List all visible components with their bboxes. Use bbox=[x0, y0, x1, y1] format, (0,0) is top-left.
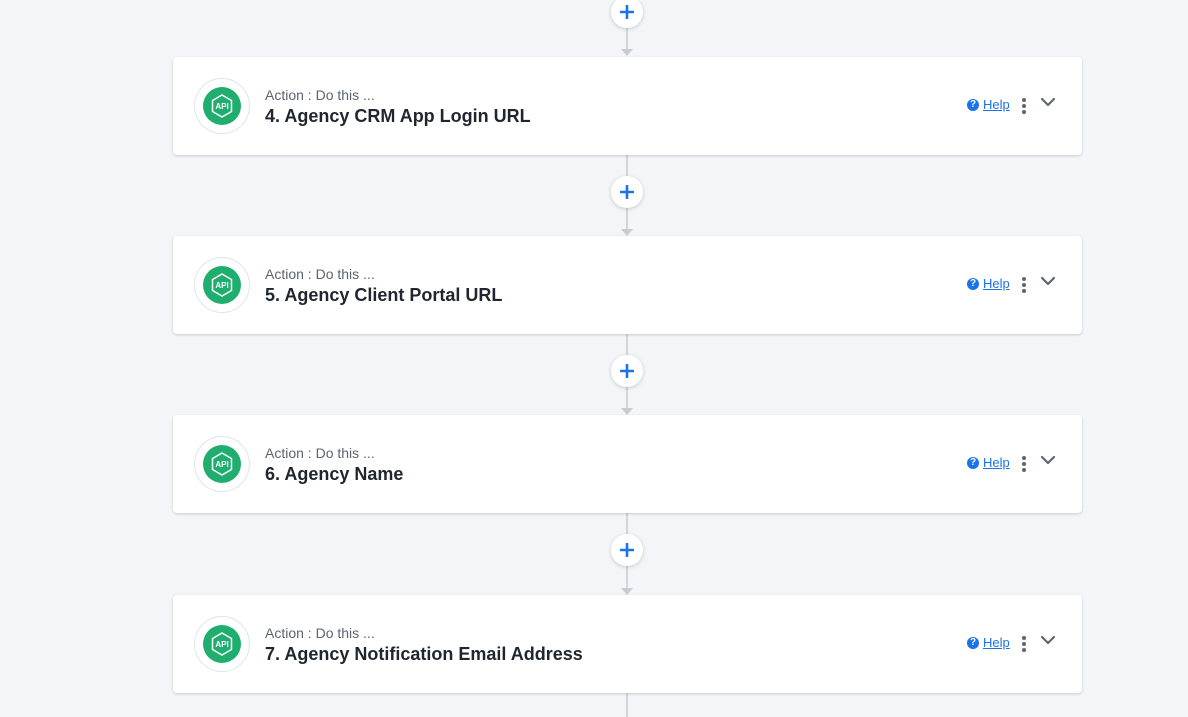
step-text: Action : Do this ... 4. Agency CRM App L… bbox=[265, 87, 531, 127]
kebab-menu-icon[interactable] bbox=[1018, 455, 1030, 473]
plus-icon bbox=[620, 5, 634, 19]
step-text: Action : Do this ... 7. Agency Notificat… bbox=[265, 625, 583, 665]
chevron-down-icon[interactable] bbox=[1039, 274, 1057, 288]
plus-icon bbox=[620, 364, 634, 378]
help-link[interactable]: ? Help bbox=[967, 97, 1010, 112]
svg-text:API: API bbox=[215, 281, 228, 290]
add-step-button[interactable] bbox=[611, 176, 643, 208]
add-step-button[interactable] bbox=[611, 534, 643, 566]
kebab-menu-icon[interactable] bbox=[1018, 97, 1030, 115]
chevron-down-icon[interactable] bbox=[1039, 453, 1057, 467]
add-step-button[interactable] bbox=[611, 0, 643, 28]
connector-arrow bbox=[621, 49, 633, 56]
workflow-canvas: API Action : Do this ... 4. Agency CRM A… bbox=[0, 0, 1188, 717]
plus-icon bbox=[620, 185, 634, 199]
step-title: 4. Agency CRM App Login URL bbox=[265, 106, 531, 126]
step-subtitle: Action : Do this ... bbox=[265, 87, 375, 103]
app-icon-container: API bbox=[194, 436, 250, 492]
step-title: 5. Agency Client Portal URL bbox=[265, 285, 503, 305]
step-title: 6. Agency Name bbox=[265, 464, 404, 484]
connector-arrow bbox=[621, 229, 633, 236]
plus-icon bbox=[620, 543, 634, 557]
api-icon: API bbox=[203, 87, 241, 125]
svg-text:API: API bbox=[215, 640, 228, 649]
svg-text:API: API bbox=[215, 102, 228, 111]
step-card-4[interactable]: API Action : Do this ... 4. Agency CRM A… bbox=[173, 57, 1082, 155]
step-title: 7. Agency Notification Email Address bbox=[265, 644, 583, 664]
help-label[interactable]: Help bbox=[983, 635, 1010, 650]
step-card-6[interactable]: API Action : Do this ... 6. Agency Name … bbox=[173, 415, 1082, 513]
help-label[interactable]: Help bbox=[983, 276, 1010, 291]
api-icon: API bbox=[203, 445, 241, 483]
api-icon: API bbox=[203, 625, 241, 663]
connector-arrow bbox=[621, 588, 633, 595]
question-circle-icon: ? bbox=[967, 277, 979, 290]
help-label[interactable]: Help bbox=[983, 97, 1010, 112]
question-circle-icon: ? bbox=[967, 98, 979, 111]
add-step-button[interactable] bbox=[611, 355, 643, 387]
app-icon-container: API bbox=[194, 78, 250, 134]
app-icon-container: API bbox=[194, 616, 250, 672]
chevron-down-icon[interactable] bbox=[1039, 95, 1057, 109]
step-card-5[interactable]: API Action : Do this ... 5. Agency Clien… bbox=[173, 236, 1082, 334]
step-text: Action : Do this ... 5. Agency Client Po… bbox=[265, 266, 502, 306]
step-text: Action : Do this ... 6. Agency Name bbox=[265, 445, 403, 485]
help-link[interactable]: ? Help bbox=[967, 276, 1010, 291]
help-link[interactable]: ? Help bbox=[967, 635, 1010, 650]
step-subtitle: Action : Do this ... bbox=[265, 445, 375, 461]
step-subtitle: Action : Do this ... bbox=[265, 266, 375, 282]
step-card-7[interactable]: API Action : Do this ... 7. Agency Notif… bbox=[173, 595, 1082, 693]
kebab-menu-icon[interactable] bbox=[1018, 635, 1030, 653]
help-link[interactable]: ? Help bbox=[967, 455, 1010, 470]
chevron-down-icon[interactable] bbox=[1039, 633, 1057, 647]
help-label[interactable]: Help bbox=[983, 455, 1010, 470]
kebab-menu-icon[interactable] bbox=[1018, 276, 1030, 294]
connector-arrow bbox=[621, 408, 633, 415]
app-icon-container: API bbox=[194, 257, 250, 313]
step-subtitle: Action : Do this ... bbox=[265, 625, 375, 641]
question-circle-icon: ? bbox=[967, 456, 979, 469]
api-icon: API bbox=[203, 266, 241, 304]
connector-line bbox=[626, 693, 628, 717]
svg-text:API: API bbox=[215, 460, 228, 469]
question-circle-icon: ? bbox=[967, 636, 979, 649]
